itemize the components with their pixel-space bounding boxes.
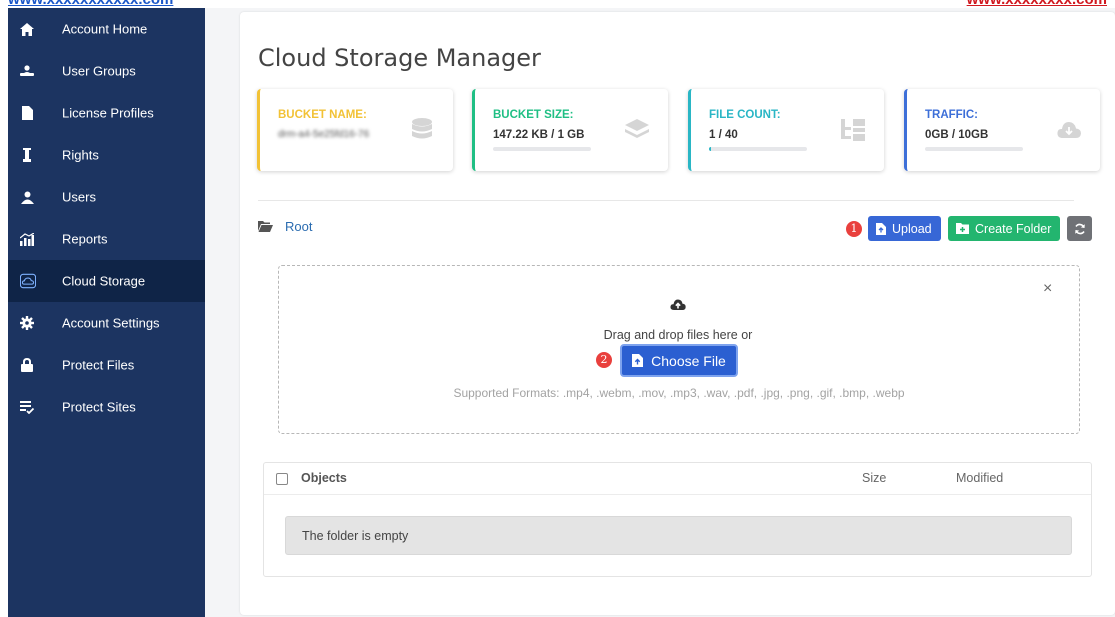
dropzone-instruction: Drag and drop files here or	[603, 328, 753, 342]
chart-icon	[20, 232, 34, 246]
sitemap-icon	[841, 119, 865, 141]
sidebar-item-label: Account Home	[62, 21, 148, 37]
sidebar-item-license-profiles[interactable]: License Profiles	[8, 92, 205, 134]
sidebar-item-label: Protect Files	[62, 357, 135, 373]
step-marker-2: 2	[596, 352, 612, 368]
sidebar-item-cloud-storage[interactable]: Cloud Storage	[8, 260, 205, 302]
stat-card-bucket-name: BUCKET NAME: drm-a4-5e25fd16-76	[257, 89, 453, 171]
watermark-right: www.xxxxxxxx.com	[967, 0, 1107, 8]
column-header-size[interactable]: Size	[862, 471, 886, 485]
user-group-icon	[20, 64, 34, 78]
sidebar-item-user-groups[interactable]: User Groups	[8, 50, 205, 92]
table-header-divider	[264, 494, 1091, 495]
sidebar-item-account-home[interactable]: Account Home	[8, 8, 205, 50]
file-upload-icon	[632, 354, 644, 367]
column-header-objects[interactable]: Objects	[301, 471, 347, 485]
cloud-icon	[20, 273, 36, 289]
step-marker-1: 1	[846, 221, 862, 237]
sidebar-item-label: Reports	[62, 231, 108, 247]
stat-card-file-count: FILE COUNT: 1 / 40	[688, 89, 884, 171]
stat-progress-bar	[493, 147, 591, 151]
select-all-checkbox[interactable]	[276, 473, 288, 485]
watermark-left: www.xxxxxxxxxxx.com	[8, 0, 173, 8]
sidebar-item-account-settings[interactable]: Account Settings	[8, 302, 205, 344]
sidebar-item-label: User Groups	[62, 63, 136, 79]
sidebar-item-reports[interactable]: Reports	[8, 218, 205, 260]
sidebar-item-label: Rights	[62, 147, 99, 163]
supported-formats-text: Supported Formats: .mp4, .webm, .mov, .m…	[453, 386, 905, 400]
lock-icon	[20, 358, 34, 372]
refresh-button[interactable]	[1067, 216, 1092, 241]
stat-value: 0GB / 10GB	[925, 129, 989, 141]
home-icon	[20, 22, 34, 36]
sidebar-item-label: License Profiles	[62, 105, 154, 121]
breadcrumb-root[interactable]: Root	[285, 219, 312, 234]
stat-title: BUCKET NAME:	[278, 109, 367, 121]
stat-title: TRAFFIC:	[925, 109, 979, 121]
sidebar-item-protect-sites[interactable]: Protect Sites	[8, 386, 205, 428]
folder-plus-icon	[956, 223, 969, 234]
refresh-icon	[1074, 223, 1085, 234]
column-header-modified[interactable]: Modified	[956, 471, 1003, 485]
stat-progress-bar	[925, 147, 1023, 151]
stat-progress-fill	[709, 147, 712, 151]
upload-button[interactable]: Upload	[868, 216, 941, 241]
file-upload-icon	[876, 222, 886, 235]
stat-title: FILE COUNT:	[709, 109, 781, 121]
stat-title: BUCKET SIZE:	[493, 109, 574, 121]
choose-file-label: Choose File	[651, 352, 726, 369]
sidebar: Account Home User Groups License Profile…	[8, 8, 205, 617]
stat-card-traffic: TRAFFIC: 0GB / 10GB	[904, 89, 1100, 171]
sidebar-item-label: Users	[62, 189, 96, 205]
list-check-icon	[20, 400, 34, 414]
cloud-upload-icon	[670, 299, 686, 310]
stat-value: 1 / 40	[709, 129, 738, 141]
sidebar-item-rights[interactable]: Rights	[8, 134, 205, 176]
cloud-download-icon	[1057, 122, 1081, 138]
choose-file-button[interactable]: Choose File	[620, 344, 738, 377]
watermark-strip: www.xxxxxxxxxxx.com www.xxxxxxxx.com	[0, 0, 1115, 8]
user-icon	[20, 190, 34, 204]
sidebar-item-users[interactable]: Users	[8, 176, 205, 218]
sidebar-item-label: Protect Sites	[62, 399, 136, 415]
file-icon	[20, 106, 34, 120]
stat-progress-bar	[709, 147, 807, 151]
empty-folder-text: The folder is empty	[302, 529, 409, 543]
stat-value: 147.22 KB / 1 GB	[493, 129, 585, 141]
stat-card-bucket-size: BUCKET SIZE: 147.22 KB / 1 GB	[472, 89, 668, 171]
folder-open-icon	[258, 221, 273, 232]
create-folder-button-label: Create Folder	[975, 221, 1052, 236]
page-title: Cloud Storage Manager	[258, 44, 541, 73]
sidebar-item-label: Account Settings	[62, 315, 160, 331]
rights-icon	[20, 148, 34, 162]
sidebar-item-protect-files[interactable]: Protect Files	[8, 344, 205, 386]
upload-button-label: Upload	[892, 221, 932, 236]
divider	[258, 200, 1074, 201]
layers-icon	[625, 119, 649, 138]
sidebar-item-label: Cloud Storage	[62, 273, 146, 289]
create-folder-button[interactable]: Create Folder	[948, 216, 1060, 241]
database-icon	[412, 118, 432, 139]
close-dropzone-button[interactable]: ×	[1043, 280, 1052, 298]
gear-icon	[20, 316, 34, 330]
stat-value: drm-a4-5e25fd16-76	[278, 129, 370, 140]
